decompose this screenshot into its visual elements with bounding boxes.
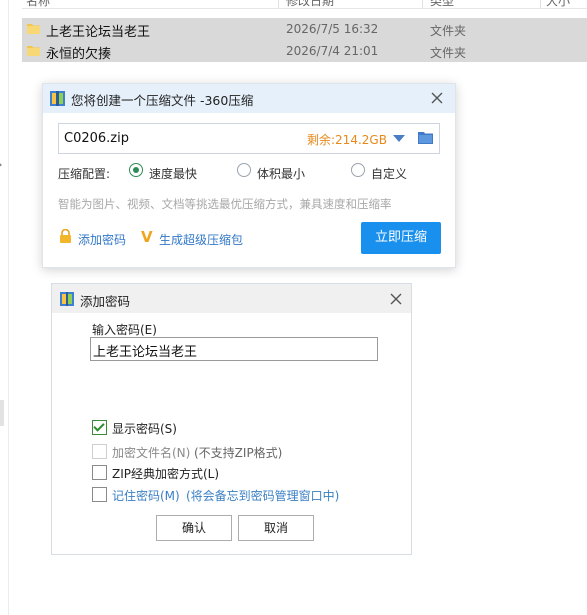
show-password-label[interactable]: 显示密码(S) [112, 420, 177, 437]
compress-hint-text: 智能为图片、视频、文档等挑选最优压缩方式，兼具速度和压缩率 [58, 197, 392, 211]
column-header-size[interactable]: 大小 [546, 0, 570, 9]
close-icon[interactable] [427, 88, 447, 108]
cancel-button[interactable]: 取消 [238, 515, 314, 541]
column-header-date[interactable]: 修改日期 [286, 0, 334, 9]
remaining-space: 剩余:214.2GB [307, 133, 387, 147]
nav-expand-glyph: › [0, 158, 2, 171]
radio-custom[interactable] [351, 163, 365, 177]
radio-label-size[interactable]: 体积最小 [257, 165, 305, 182]
compress-dialog: 您将创建一个压缩文件 -360压缩 C0206.zip 剩余:214.2GB 压… [42, 83, 456, 268]
navigation-pane-edge: › [0, 0, 9, 615]
file-row[interactable]: 上老王论坛当老王 2026/7/5 16:32 文件夹 [22, 18, 587, 40]
folder-icon [27, 46, 40, 56]
password-input[interactable]: 上老王论坛当老王 [90, 337, 378, 361]
column-header-type[interactable]: 类型 [430, 0, 454, 9]
radio-label-speed[interactable]: 速度最快 [149, 165, 197, 182]
file-name: 永恒的欠揍 [46, 47, 112, 62]
dialog-titlebar[interactable]: 您将创建一个压缩文件 -360压缩 [43, 84, 455, 113]
file-row[interactable]: 永恒的欠揍 2026/7/4 21:01 文件夹 [22, 40, 587, 62]
compress-now-button[interactable]: 立即压缩 [361, 222, 441, 254]
column-separator[interactable] [278, 0, 279, 8]
remember-password-label[interactable]: 记住密码(M) [112, 487, 180, 504]
password-value: 上老王论坛当老王 [93, 345, 198, 360]
password-input-label: 输入密码(E) [92, 323, 157, 337]
zip-classic-encryption-label[interactable]: ZIP经典加密方式(L) [112, 465, 219, 482]
chevron-down-icon[interactable] [393, 135, 405, 142]
column-header-bar: 名称 修改日期 类型 大小 [22, 0, 587, 9]
show-password-checkbox[interactable] [92, 420, 107, 435]
lock-icon [60, 229, 71, 243]
encrypt-filenames-label: 加密文件名(N) [112, 446, 191, 460]
remember-password-note: (将会备忘到密码管理窗口中) [186, 489, 340, 503]
dialog-title: 添加密码 [80, 294, 131, 309]
radio-label-custom[interactable]: 自定义 [371, 165, 407, 182]
radio-smallest-size[interactable] [237, 163, 251, 177]
create-super-archive-link[interactable]: 生成超级压缩包 [159, 231, 243, 248]
encrypt-filenames-checkbox [92, 444, 107, 459]
add-password-dialog: 添加密码 输入密码(E) 上老王论坛当老王 显示密码(S) 加密文件名(N) (… [51, 283, 412, 555]
file-name: 上老王论坛当老王 [46, 25, 151, 40]
folder-icon [27, 24, 40, 34]
column-separator[interactable] [422, 0, 423, 8]
dialog-title: 您将创建一个压缩文件 -360压缩 [71, 93, 254, 108]
archive-filename[interactable]: C0206.zip [64, 131, 129, 146]
add-password-link[interactable]: 添加密码 [78, 231, 126, 248]
column-separator[interactable] [540, 0, 541, 8]
browse-folder-icon[interactable] [418, 131, 433, 144]
radio-speed-fastest[interactable] [129, 163, 143, 177]
file-date: 2026/7/4 21:01 [286, 44, 379, 58]
archive-path-input[interactable]: C0206.zip 剩余:214.2GB [58, 123, 440, 154]
archive-icon [50, 91, 65, 106]
encrypt-filenames-note: (不支持ZIP格式) [194, 446, 283, 460]
archive-icon [60, 292, 74, 306]
column-header-name[interactable]: 名称 [26, 0, 50, 9]
dialog-titlebar[interactable]: 添加密码 [52, 284, 411, 313]
file-type: 文件夹 [430, 46, 467, 60]
file-date: 2026/7/5 16:32 [286, 22, 379, 36]
file-type: 文件夹 [430, 24, 467, 38]
remember-password-checkbox[interactable] [92, 487, 107, 502]
vip-icon: V [141, 228, 153, 246]
zip-classic-encryption-checkbox[interactable] [92, 465, 107, 480]
close-icon[interactable] [386, 289, 406, 309]
compress-config-label: 压缩配置: [58, 167, 111, 181]
nav-scroll-marker [0, 400, 4, 426]
ok-button[interactable]: 确认 [156, 515, 232, 541]
